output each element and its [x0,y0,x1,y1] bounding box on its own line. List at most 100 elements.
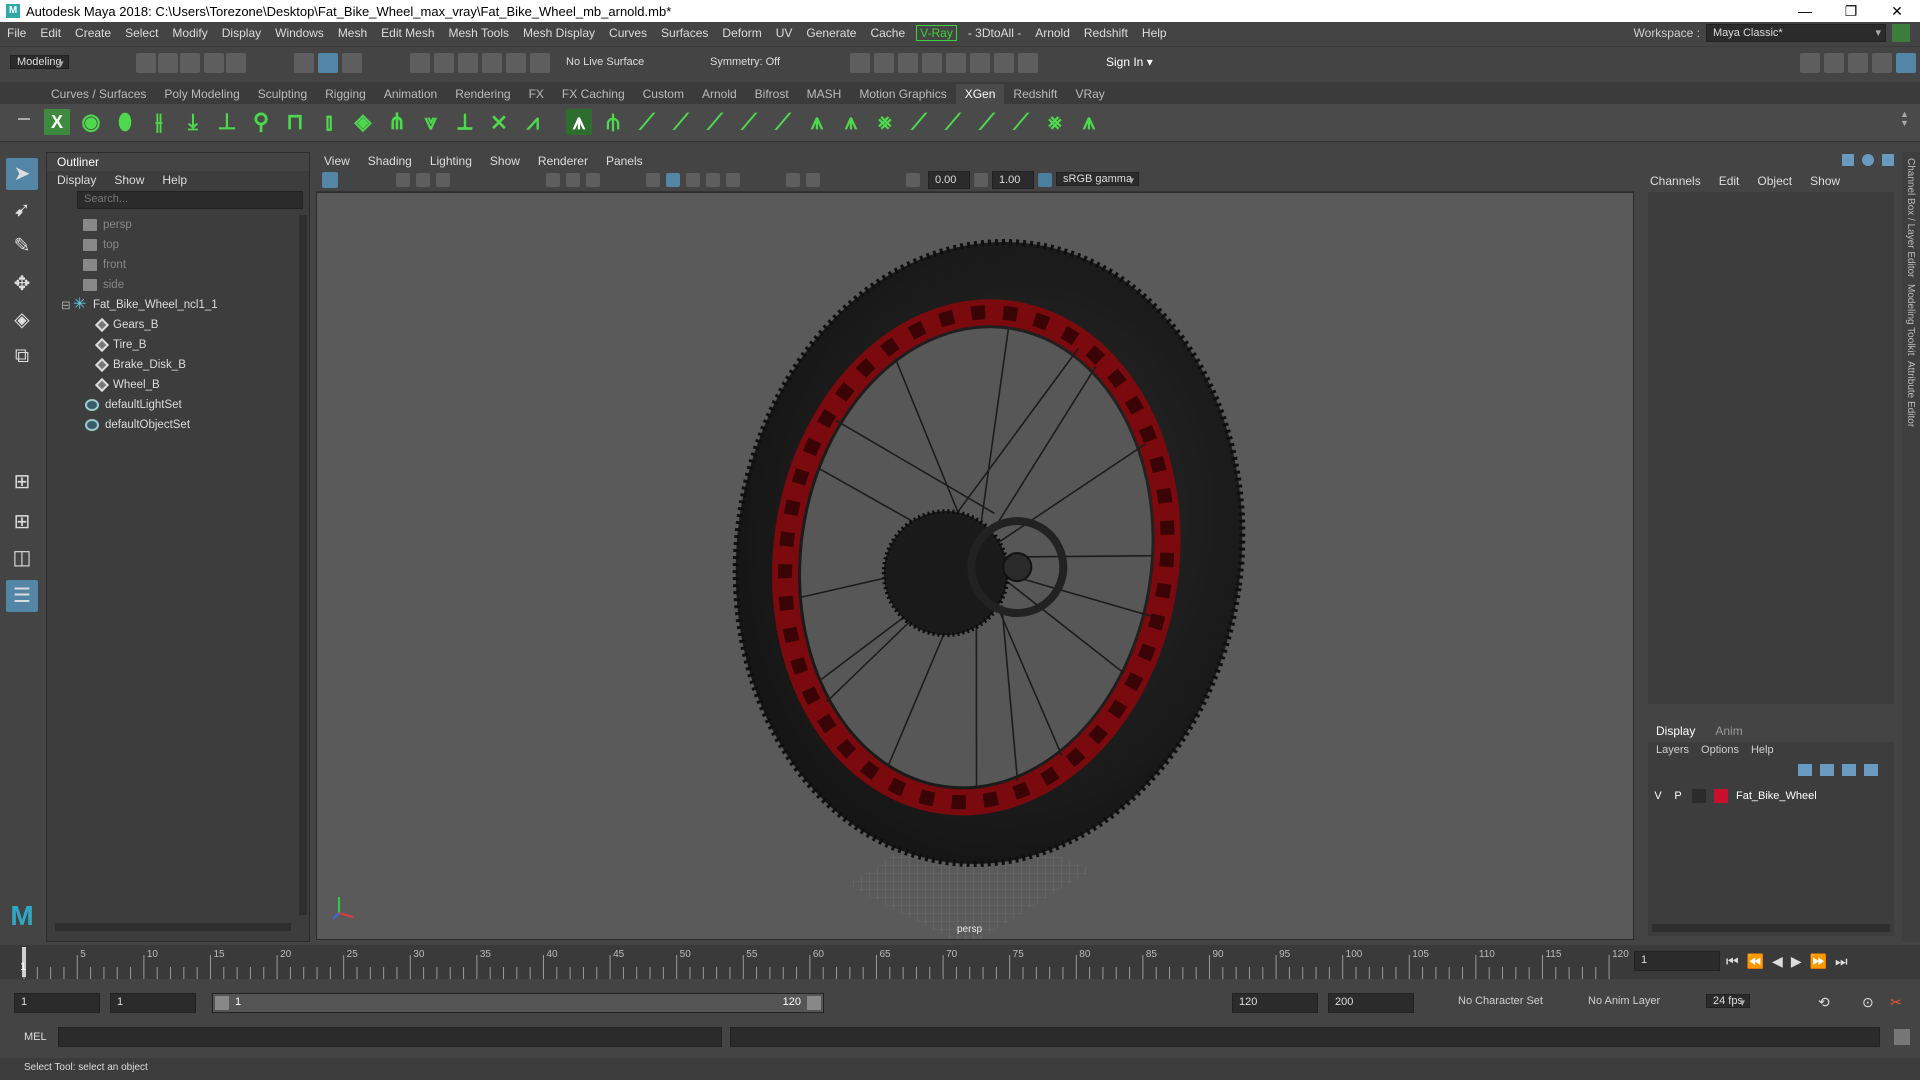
groom-brush-9-icon[interactable]: ⟋ [906,109,932,135]
xgen-collection-icon[interactable]: ⬮ [112,109,138,135]
shelf-tab-fx[interactable]: FX [520,84,553,104]
outliner-menu-help[interactable]: Help [162,173,187,187]
shelf-tab-custom[interactable]: Custom [634,84,693,104]
render-settings-icon[interactable] [922,53,942,73]
xgen-create-description-icon[interactable]: ◉ [78,109,104,135]
playback-end-field[interactable]: 120 [1232,993,1318,1013]
range-start-handle[interactable] [215,996,229,1010]
shelf-tab-mash[interactable]: MASH [798,84,851,104]
outliner-item-default-light-set[interactable]: defaultLightSet [85,395,182,415]
command-input[interactable] [58,1027,722,1047]
snap-view-icon[interactable] [482,53,502,73]
render-pause-icon[interactable] [994,53,1014,73]
xgen-layers-icon[interactable]: ◈ [350,109,376,135]
shelf-scroll-icon[interactable]: ▲ ▼ [1900,110,1910,136]
snap-grid-icon[interactable] [410,53,430,73]
xgen-sculpt-guide-icon[interactable]: ⚲ [248,109,274,135]
groom-brush-7-icon[interactable]: ⩚ [838,109,864,135]
channel-box-toggle-icon[interactable] [1842,154,1854,166]
smooth-shade-icon[interactable] [666,173,680,187]
menu-3dtoall[interactable]: - 3DtoAll - [961,26,1028,40]
lights-icon[interactable] [726,173,740,187]
save-scene-icon[interactable] [180,53,200,73]
time-slider[interactable]: 5 10 15 20 25 30 35 40 45 50 55 60 65 70 75 80 85 90 95 100… [0,945,1920,979]
gamma-icon[interactable] [974,173,988,187]
script-editor-icon[interactable] [1894,1029,1910,1045]
channelbox-menu-edit[interactable]: Edit [1719,174,1740,188]
outliner-item-default-object-set[interactable]: defaultObjectSet [85,415,190,435]
undo-icon[interactable] [204,53,224,73]
view-transform-dropdown[interactable]: sRGB gamma [1056,172,1140,186]
menu-display[interactable]: Display [215,26,268,40]
menu-arnold[interactable]: Arnold [1028,26,1077,40]
outliner-menu-show[interactable]: Show [114,173,144,187]
xgen-cut-icon[interactable]: ⟂ [452,109,478,135]
xgen-lock-icon[interactable]: ⊓ [282,109,308,135]
menu-deform[interactable]: Deform [715,26,768,40]
menu-curves[interactable]: Curves [602,26,654,40]
layer-visibility-toggle[interactable]: V [1652,790,1664,802]
current-frame-field[interactable]: 1 [1634,951,1720,971]
outliner-search-input[interactable]: Search... [77,191,303,209]
groom-brush-3-icon[interactable]: ⟋ [702,109,728,135]
viewport-persp[interactable]: persp [316,192,1634,940]
wireframe-on-shaded-icon[interactable] [686,173,700,187]
close-button[interactable]: ✕ [1874,0,1920,22]
shelf-tab-xgen[interactable]: XGen [955,84,1005,104]
groom-brush-4-icon[interactable]: ⟋ [736,109,762,135]
outliner-item-side[interactable]: side [83,275,124,295]
layer-tab-display[interactable]: Display [1656,724,1695,738]
viewport-menu-show[interactable]: Show [490,154,520,170]
step-back-frame-icon[interactable]: ◀ [1772,953,1791,969]
open-scene-icon[interactable] [158,53,178,73]
go-to-end-icon[interactable]: ⏭ [1835,953,1856,969]
step-forward-key-icon[interactable]: ⏩ [1810,953,1835,969]
outliner-vertical-scrollbar[interactable] [299,215,307,915]
groom-brush-8-icon[interactable]: ⨳ [872,109,898,135]
range-end-handle[interactable] [807,996,821,1010]
layer-menu-options[interactable]: Options [1701,744,1739,756]
outliner-item-gears-b[interactable]: Gears_B [94,315,158,335]
symmetry-field[interactable]: Symmetry: Off [710,56,780,68]
outliner-menu-display[interactable]: Display [57,173,96,187]
xgen-guide-curves-icon[interactable]: ⫾ [316,109,342,135]
new-layer-selected-icon[interactable] [1864,764,1878,776]
layer-menu-layers[interactable]: Layers [1656,744,1689,756]
shelf-tab-animation[interactable]: Animation [375,84,446,104]
snap-surface-icon[interactable] [506,53,526,73]
hypershade-icon[interactable] [946,53,966,73]
viewport-menu-lighting[interactable]: Lighting [430,154,472,170]
sign-in-button[interactable]: Sign In ▾ [1084,55,1194,75]
outliner-item-tire-b[interactable]: Tire_B [94,335,146,355]
snap-point-icon[interactable] [458,53,478,73]
outliner-item-front[interactable]: front [83,255,126,275]
step-back-key-icon[interactable]: ⏪ [1747,953,1772,969]
menu-windows[interactable]: Windows [268,26,331,40]
viewport-menu-panels[interactable]: Panels [606,154,643,170]
image-plane-icon[interactable] [436,173,450,187]
channel-box[interactable] [1648,192,1894,704]
single-perspective-layout-icon[interactable]: ⊞ [6,466,38,498]
tool-settings-toggle-icon[interactable] [1882,154,1894,166]
channelbox-menu-object[interactable]: Object [1757,174,1792,188]
groom-brush-6-icon[interactable]: ⩚ [804,109,830,135]
menu-create[interactable]: Create [68,26,118,40]
menu-select[interactable]: Select [118,26,165,40]
shelf-tab-rendering[interactable]: Rendering [446,84,519,104]
live-surface-field[interactable]: No Live Surface [566,56,644,68]
viewport-menu-shading[interactable]: Shading [368,154,412,170]
animation-start-field[interactable]: 1 [14,993,100,1013]
menu-generate[interactable]: Generate [799,26,863,40]
channelbox-menu-channels[interactable]: Channels [1650,174,1701,188]
shelf-tab-curves-surfaces[interactable]: Curves / Surfaces [42,84,155,104]
xray-icon[interactable] [786,173,800,187]
menu-file[interactable]: File [0,26,33,40]
four-view-layout-icon[interactable]: ⊞ [6,506,38,538]
viewport-menu-renderer[interactable]: Renderer [538,154,588,170]
menu-modify[interactable]: Modify [165,26,214,40]
vtab-channel-box[interactable]: Channel Box / Layer Editor [1905,158,1916,278]
move-layer-up-icon[interactable] [1798,764,1812,776]
select-object-icon[interactable] [318,53,338,73]
outliner-layout-icon[interactable]: ☰ [6,580,38,612]
select-component-icon[interactable] [342,53,362,73]
